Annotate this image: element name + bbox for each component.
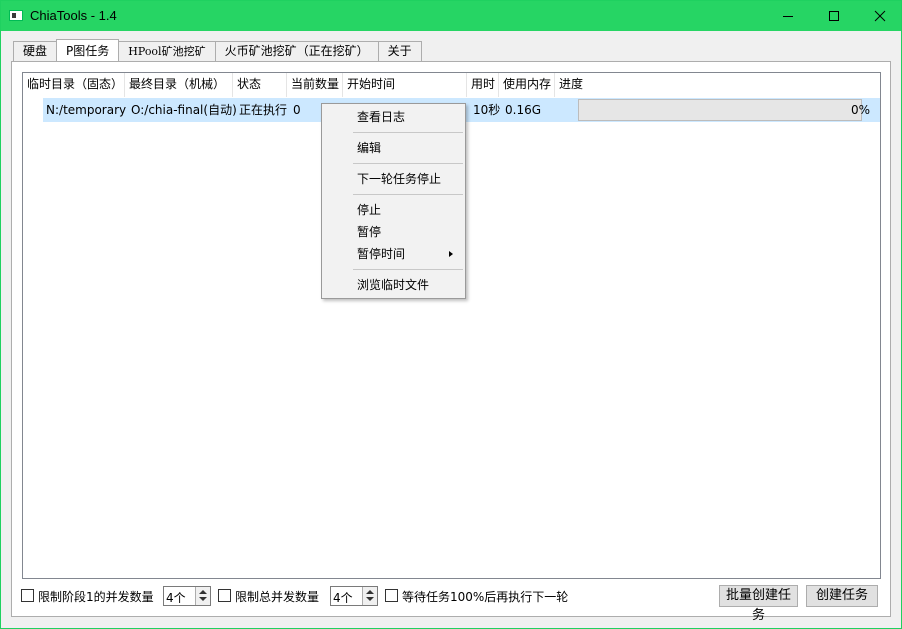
column-final-dir[interactable]: 最终目录（机械） bbox=[125, 73, 233, 97]
cell-count: 0 bbox=[293, 103, 301, 117]
close-icon bbox=[874, 10, 886, 22]
spin-buttons[interactable] bbox=[195, 587, 210, 605]
main-window: ChiaTools - 1.4 硬盘 P图任务 HPool矿池挖矿 火币矿池挖矿… bbox=[0, 0, 902, 629]
tab-bar: 硬盘 P图任务 HPool矿池挖矿 火币矿池挖矿（正在挖矿） 关于 bbox=[13, 39, 422, 61]
list-header: 临时目录（固态） 最终目录（机械） 状态 当前数量 开始时间 用时 使用内存 进… bbox=[23, 73, 880, 97]
window-title: ChiaTools - 1.4 bbox=[30, 8, 117, 23]
menu-item-stop-next-round[interactable]: 下一轮任务停止 bbox=[322, 168, 465, 190]
app-icon bbox=[9, 10, 23, 21]
context-menu: 查看日志 编辑 下一轮任务停止 停止 暂停 暂停时间 浏览临时文件 bbox=[321, 103, 466, 299]
cell-status: 正在执行 bbox=[239, 103, 288, 117]
bottom-toolbar: 限制阶段1的并发数量 4个 限制总并发数量 4个 等待任务100%后再执行下一轮… bbox=[1, 584, 901, 623]
menu-item-pause-time-label: 暂停时间 bbox=[357, 247, 406, 261]
column-elapsed[interactable]: 用时 bbox=[467, 73, 499, 97]
cell-temp-dir: N:/temporary bbox=[46, 103, 127, 117]
limit-total-checkbox[interactable] bbox=[218, 589, 231, 602]
submenu-arrow-icon bbox=[449, 251, 453, 257]
progress-bar bbox=[578, 99, 862, 121]
menu-item-view-log[interactable]: 查看日志 bbox=[322, 106, 465, 128]
close-button[interactable] bbox=[857, 1, 902, 31]
maximize-icon bbox=[829, 11, 839, 21]
cell-memory: 0.16G bbox=[505, 103, 542, 117]
limit-phase1-spinbox[interactable]: 4个 bbox=[163, 586, 211, 606]
maximize-button[interactable] bbox=[811, 1, 857, 31]
wait-complete-checkbox[interactable] bbox=[385, 589, 398, 602]
column-progress[interactable]: 进度 bbox=[555, 73, 755, 97]
spin-down-icon[interactable] bbox=[366, 597, 374, 601]
minimize-icon bbox=[783, 16, 793, 17]
minimize-button[interactable] bbox=[765, 1, 811, 31]
spin-buttons[interactable] bbox=[362, 587, 377, 605]
spin-down-icon[interactable] bbox=[199, 597, 207, 601]
limit-phase1-label: 限制阶段1的并发数量 bbox=[38, 590, 154, 604]
menu-item-pause[interactable]: 暂停 bbox=[322, 221, 465, 243]
column-start-time[interactable]: 开始时间 bbox=[343, 73, 467, 97]
column-memory[interactable]: 使用内存 bbox=[499, 73, 555, 97]
menu-item-edit[interactable]: 编辑 bbox=[322, 137, 465, 159]
menu-item-browse-temp-files[interactable]: 浏览临时文件 bbox=[322, 274, 465, 296]
spin-up-icon[interactable] bbox=[366, 590, 374, 594]
create-task-button[interactable]: 创建任务 bbox=[806, 585, 878, 607]
limit-phase1-checkbox[interactable] bbox=[21, 589, 34, 602]
menu-separator bbox=[353, 194, 463, 195]
tab-about[interactable]: 关于 bbox=[377, 41, 422, 61]
limit-total-spinbox[interactable]: 4个 bbox=[330, 586, 378, 606]
menu-separator bbox=[353, 163, 463, 164]
column-status[interactable]: 状态 bbox=[233, 73, 287, 97]
cell-final-dir: O:/chia-final(自动) bbox=[131, 103, 237, 117]
menu-separator bbox=[353, 269, 463, 270]
title-bar[interactable]: ChiaTools - 1.4 bbox=[1, 1, 901, 31]
column-count[interactable]: 当前数量 bbox=[287, 73, 343, 97]
menu-item-stop[interactable]: 停止 bbox=[322, 199, 465, 221]
menu-separator bbox=[353, 132, 463, 133]
limit-phase1-value: 4个 bbox=[166, 591, 186, 605]
batch-create-task-button[interactable]: 批量创建任务 bbox=[719, 585, 798, 623]
tab-plot-tasks[interactable]: P图任务 bbox=[56, 39, 120, 61]
tab-disk[interactable]: 硬盘 bbox=[13, 41, 58, 61]
menu-item-pause-time[interactable]: 暂停时间 bbox=[322, 243, 465, 265]
tab-huobi-mining[interactable]: 火币矿池挖矿（正在挖矿） bbox=[214, 41, 379, 61]
spin-up-icon[interactable] bbox=[199, 590, 207, 594]
cell-elapsed: 10秒 bbox=[473, 103, 501, 117]
limit-total-label: 限制总并发数量 bbox=[235, 590, 320, 604]
wait-complete-label: 等待任务100%后再执行下一轮 bbox=[402, 590, 569, 604]
limit-total-value: 4个 bbox=[333, 591, 353, 605]
cell-progress-text: 0% bbox=[851, 103, 871, 117]
tab-hpool-mining[interactable]: HPool矿池挖矿 bbox=[118, 41, 216, 61]
column-temp-dir[interactable]: 临时目录（固态） bbox=[23, 73, 125, 97]
